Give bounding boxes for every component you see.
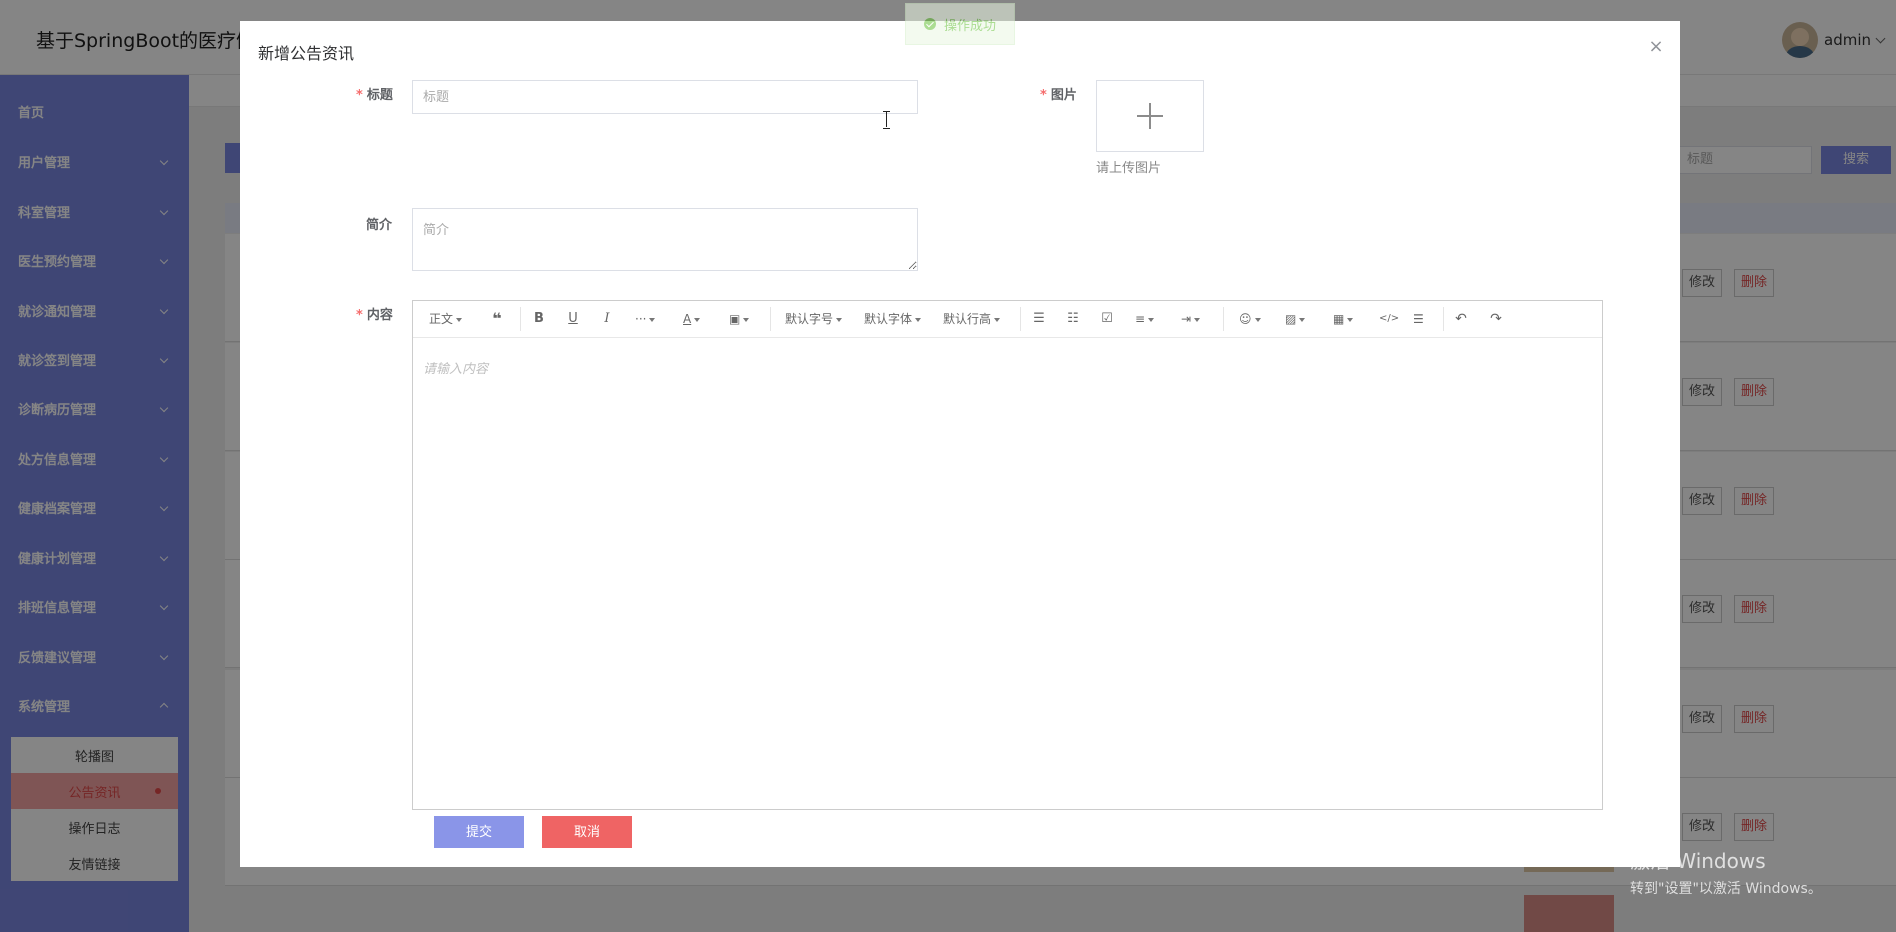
add-announcement-dialog: 新增公告资讯 × *标题 *图片 请上传图片 简介 *内容 正文 ❝ B U I…	[240, 21, 1680, 867]
code-icon[interactable]: </>	[1379, 310, 1399, 328]
align-icon[interactable]: ≡	[1135, 310, 1155, 328]
font-color-icon[interactable]: A	[683, 310, 701, 328]
more-styles-icon[interactable]: ···	[635, 310, 656, 328]
paragraph-select[interactable]: 正文	[429, 310, 463, 328]
summary-textarea[interactable]	[412, 208, 918, 271]
caret-icon	[836, 317, 843, 322]
toolbar-divider	[1443, 307, 1444, 331]
underline-icon[interactable]: U	[565, 311, 581, 327]
success-toast: 操作成功	[905, 3, 1015, 45]
plus-icon	[1137, 103, 1163, 129]
todo-checkbox-icon[interactable]: ☑	[1099, 311, 1115, 327]
caret-icon	[456, 317, 463, 322]
caret-icon	[994, 317, 1001, 322]
bold-icon[interactable]: B	[531, 311, 547, 327]
dialog-title: 新增公告资讯	[258, 44, 355, 63]
table-insert-icon[interactable]: ▦	[1333, 310, 1354, 328]
bullet-list-icon[interactable]: ☰	[1031, 311, 1047, 327]
content-label: * 内容	[356, 308, 393, 323]
image-upload[interactable]	[1096, 80, 1204, 152]
upload-tip: 请上传图片	[1096, 161, 1162, 176]
undo-icon[interactable]: ↶	[1453, 311, 1469, 327]
toolbar-divider	[770, 307, 771, 331]
toast-message: 操作成功	[944, 18, 997, 34]
image-label: * 图片	[1040, 88, 1077, 103]
rich-text-editor: 正文 ❝ B U I ··· A ▣ 默认字号 默认字体 默认行高 ☰ ☷ ☑ …	[412, 300, 1603, 810]
indent-icon[interactable]: ⇥	[1181, 310, 1201, 328]
background-color-icon[interactable]: ▣	[729, 310, 750, 328]
divider-line-icon[interactable]: ☰	[1413, 310, 1424, 328]
title-label: * 标题	[356, 88, 393, 103]
editor-placeholder[interactable]: 请输入内容	[423, 358, 488, 377]
toolbar-divider	[520, 307, 521, 331]
font-family-select[interactable]: 默认字体	[864, 310, 922, 328]
caret-icon	[915, 317, 922, 322]
font-size-select[interactable]: 默认字号	[785, 310, 843, 328]
submit-button[interactable]: 提交	[434, 816, 524, 848]
redo-icon[interactable]: ↷	[1488, 311, 1504, 327]
line-height-select[interactable]: 默认行高	[943, 310, 1001, 328]
italic-icon[interactable]: I	[599, 311, 615, 327]
summary-label: 简介	[365, 218, 392, 233]
image-insert-icon[interactable]: ▨	[1285, 310, 1306, 328]
success-check-icon	[924, 18, 936, 30]
emoji-icon[interactable]: ☺	[1239, 310, 1261, 328]
quote-icon[interactable]: ❝	[489, 311, 505, 327]
title-input[interactable]	[412, 80, 918, 114]
toolbar-divider	[1223, 307, 1224, 331]
cancel-button[interactable]: 取消	[542, 816, 632, 848]
numbered-list-icon[interactable]: ☷	[1065, 311, 1081, 327]
toolbar-divider	[1020, 307, 1021, 331]
close-icon[interactable]: ×	[1648, 38, 1664, 56]
text-cursor-icon	[882, 111, 892, 129]
editor-toolbar: 正文 ❝ B U I ··· A ▣ 默认字号 默认字体 默认行高 ☰ ☷ ☑ …	[413, 301, 1602, 338]
